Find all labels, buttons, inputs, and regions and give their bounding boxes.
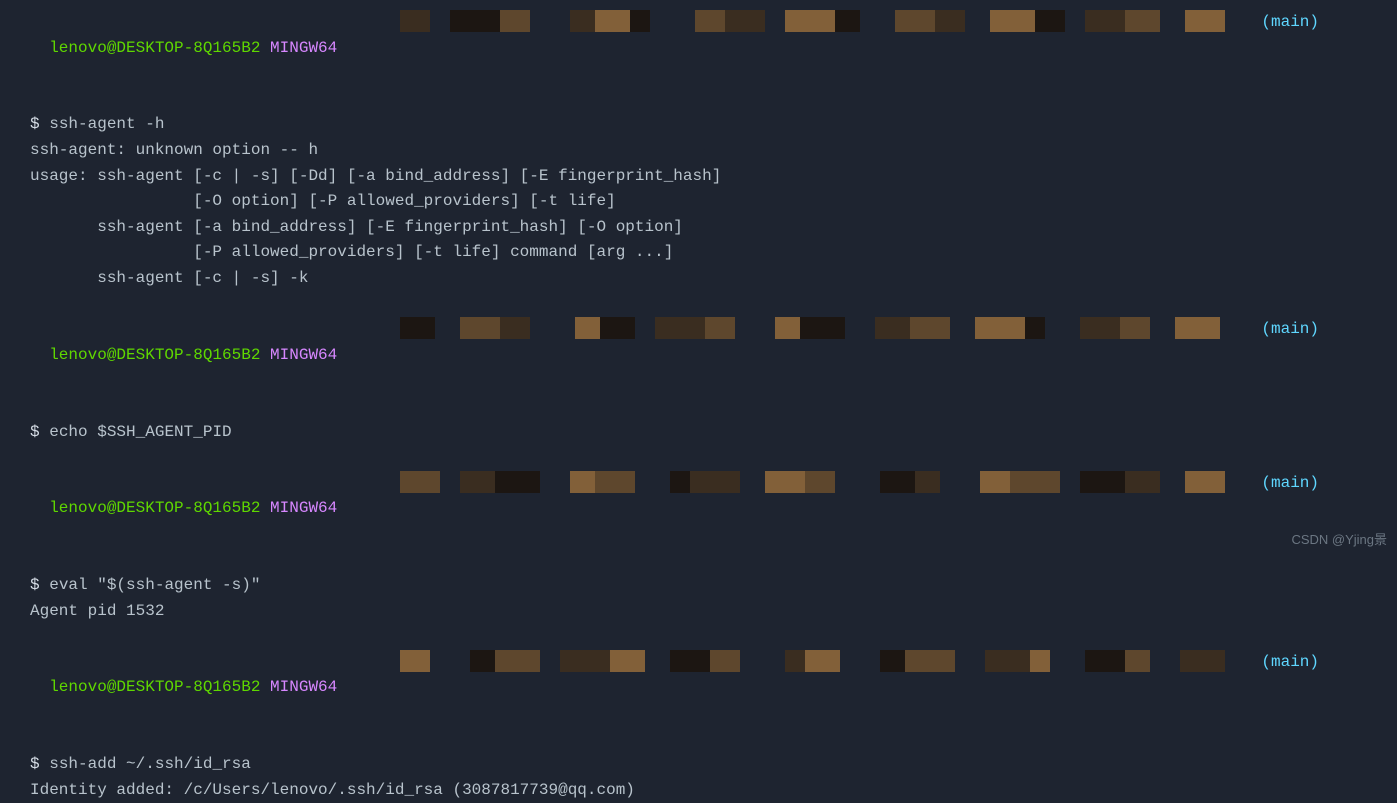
- prompt-symbol: $: [30, 576, 40, 594]
- user-host: lenovo@DESKTOP-8Q165B2: [49, 499, 260, 517]
- user-host: lenovo@DESKTOP-8Q165B2: [49, 39, 260, 57]
- prompt-line: lenovo@DESKTOP-8Q165B2 MINGW64 (main): [30, 650, 1397, 752]
- output-line: [-P allowed_providers] [-t life] command…: [30, 240, 1397, 266]
- output-line: ssh-agent [-a bind_address] [-E fingerpr…: [30, 215, 1397, 241]
- prompt-symbol: $: [30, 115, 40, 133]
- command-line[interactable]: $ ssh-add ~/.ssh/id_rsa: [30, 752, 1397, 778]
- output-line: Agent pid 1532: [30, 599, 1397, 625]
- output-line: usage: ssh-agent [-c | -s] [-Dd] [-a bin…: [30, 164, 1397, 190]
- command-text: ssh-agent -h: [49, 115, 164, 133]
- prompt-line: lenovo@DESKTOP-8Q165B2 MINGW64 (main): [30, 10, 1397, 112]
- redacted-path: [400, 317, 1270, 339]
- redacted-path: [400, 650, 1270, 672]
- command-line[interactable]: $ echo $SSH_AGENT_PID: [30, 420, 1397, 446]
- prompt-line: lenovo@DESKTOP-8Q165B2 MINGW64 (main): [30, 317, 1397, 419]
- user-host: lenovo@DESKTOP-8Q165B2: [49, 346, 260, 364]
- redacted-path: [400, 10, 1270, 32]
- branch-label: (main): [1261, 471, 1319, 497]
- redacted-path: [400, 471, 1270, 493]
- prompt-symbol: $: [30, 755, 40, 773]
- prompt-line: lenovo@DESKTOP-8Q165B2 MINGW64 (main): [30, 471, 1397, 573]
- prompt-symbol: $: [30, 423, 40, 441]
- shell-label: MINGW64: [270, 39, 337, 57]
- branch-label: (main): [1261, 317, 1319, 343]
- branch-label: (main): [1261, 650, 1319, 676]
- output-line: ssh-agent: unknown option -- h: [30, 138, 1397, 164]
- blank-line: [30, 445, 1397, 471]
- command-line[interactable]: $ ssh-agent -h: [30, 112, 1397, 138]
- shell-label: MINGW64: [270, 678, 337, 696]
- shell-label: MINGW64: [270, 346, 337, 364]
- command-text: ssh-add ~/.ssh/id_rsa: [49, 755, 251, 773]
- output-line: ssh-agent [-c | -s] -k: [30, 266, 1397, 292]
- command-line[interactable]: $ eval "$(ssh-agent -s)": [30, 573, 1397, 599]
- blank-line: [30, 292, 1397, 318]
- branch-label: (main): [1261, 10, 1319, 36]
- blank-line: [30, 624, 1397, 650]
- watermark: CSDN @Yjing景: [1291, 530, 1387, 551]
- command-text: eval "$(ssh-agent -s)": [49, 576, 260, 594]
- output-line: Identity added: /c/Users/lenovo/.ssh/id_…: [30, 778, 1397, 803]
- user-host: lenovo@DESKTOP-8Q165B2: [49, 678, 260, 696]
- command-text: echo $SSH_AGENT_PID: [49, 423, 231, 441]
- shell-label: MINGW64: [270, 499, 337, 517]
- output-line: [-O option] [-P allowed_providers] [-t l…: [30, 189, 1397, 215]
